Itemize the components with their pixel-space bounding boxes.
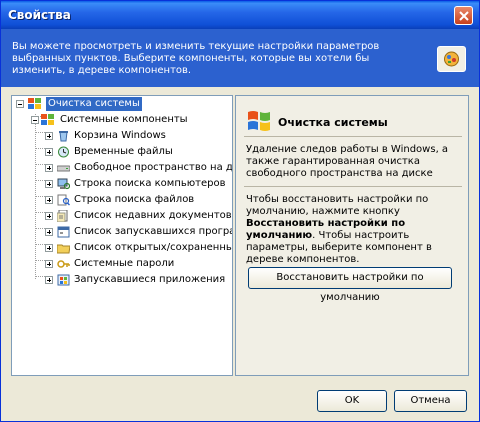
- title-bar[interactable]: Свойства: [1, 1, 479, 29]
- temp-files-icon: [57, 146, 70, 158]
- tree-item-label: Список открытых/сохраненных с: [74, 242, 233, 253]
- tree-item-label: Системные пароли: [74, 258, 175, 269]
- close-icon: [459, 11, 469, 21]
- collapse-toggle[interactable]: [16, 100, 24, 108]
- hint-text: Чтобы восстановить настройки по умолчани…: [246, 194, 429, 217]
- run-list-icon: [57, 226, 70, 238]
- properties-dialog: Свойства Вы можете просмотреть и изменит…: [0, 0, 480, 422]
- apps-icon: [57, 274, 70, 286]
- windows-logo-icon: [246, 108, 272, 137]
- tree-group-label: Системные компоненты: [60, 114, 188, 125]
- expand-toggle[interactable]: [45, 132, 53, 140]
- search-computers-icon: [57, 178, 71, 190]
- panel-description: Удаление следов работы в Windows, а такж…: [246, 144, 449, 179]
- panel-divider: [244, 186, 462, 187]
- disk-icon: [56, 162, 71, 174]
- recent-docs-icon: [56, 209, 70, 223]
- tree-item-label: Запускавшиеся приложения: [74, 274, 226, 285]
- header-description: Вы можете просмотреть и изменить текущие…: [12, 41, 380, 76]
- panel-title: Очистка системы: [278, 116, 388, 129]
- tree-item-label: Список недавних документов: [74, 210, 232, 221]
- tree-item-label: Свободное пространство на диск: [74, 162, 233, 173]
- expand-toggle[interactable]: [45, 180, 53, 188]
- close-button[interactable]: [454, 6, 473, 25]
- expand-toggle[interactable]: [45, 212, 53, 220]
- expand-toggle[interactable]: [45, 276, 53, 284]
- expand-toggle[interactable]: [45, 196, 53, 204]
- ok-button[interactable]: OK: [317, 390, 387, 412]
- tree-item-label: Временные файлы: [74, 146, 173, 157]
- tree-item-label: Корзина Windows: [74, 130, 166, 141]
- info-panel: Очистка системы Удаление следов работы в…: [235, 95, 469, 376]
- component-settings-icon: [444, 51, 459, 67]
- window-title: Свойства: [8, 8, 71, 22]
- tree-root-label: Очистка системы: [46, 97, 142, 111]
- tree-item-label: Строка поиска файлов: [74, 194, 195, 205]
- expand-toggle[interactable]: [45, 148, 53, 156]
- header-banner: Вы можете просмотреть и изменить текущие…: [1, 29, 479, 87]
- expand-toggle[interactable]: [45, 244, 53, 252]
- recycle-bin-icon: [57, 130, 70, 142]
- windows-logo-icon: [28, 98, 41, 110]
- search-files-icon: [57, 194, 71, 206]
- expand-toggle[interactable]: [45, 228, 53, 236]
- tree-item-label: Строка поиска компьютеров: [74, 178, 226, 189]
- expand-toggle[interactable]: [45, 164, 53, 172]
- passwords-icon: [57, 258, 70, 270]
- open-saved-icon: [56, 242, 71, 254]
- component-tree[interactable]: Очистка системы Системные компоненты Кор…: [11, 95, 233, 376]
- tree-item-label: Список запускавшихся програми: [74, 226, 233, 237]
- collapse-toggle[interactable]: [31, 116, 39, 124]
- restore-defaults-button[interactable]: Восстановить настройки по умолчанию: [248, 267, 452, 303]
- windows-logo-icon: [41, 114, 54, 126]
- cancel-button[interactable]: Отмена: [394, 390, 467, 412]
- panel-divider: [244, 136, 462, 137]
- help-button[interactable]: [437, 46, 466, 72]
- panel-hint: Чтобы восстановить настройки по умолчани…: [246, 194, 462, 266]
- expand-toggle[interactable]: [45, 260, 53, 268]
